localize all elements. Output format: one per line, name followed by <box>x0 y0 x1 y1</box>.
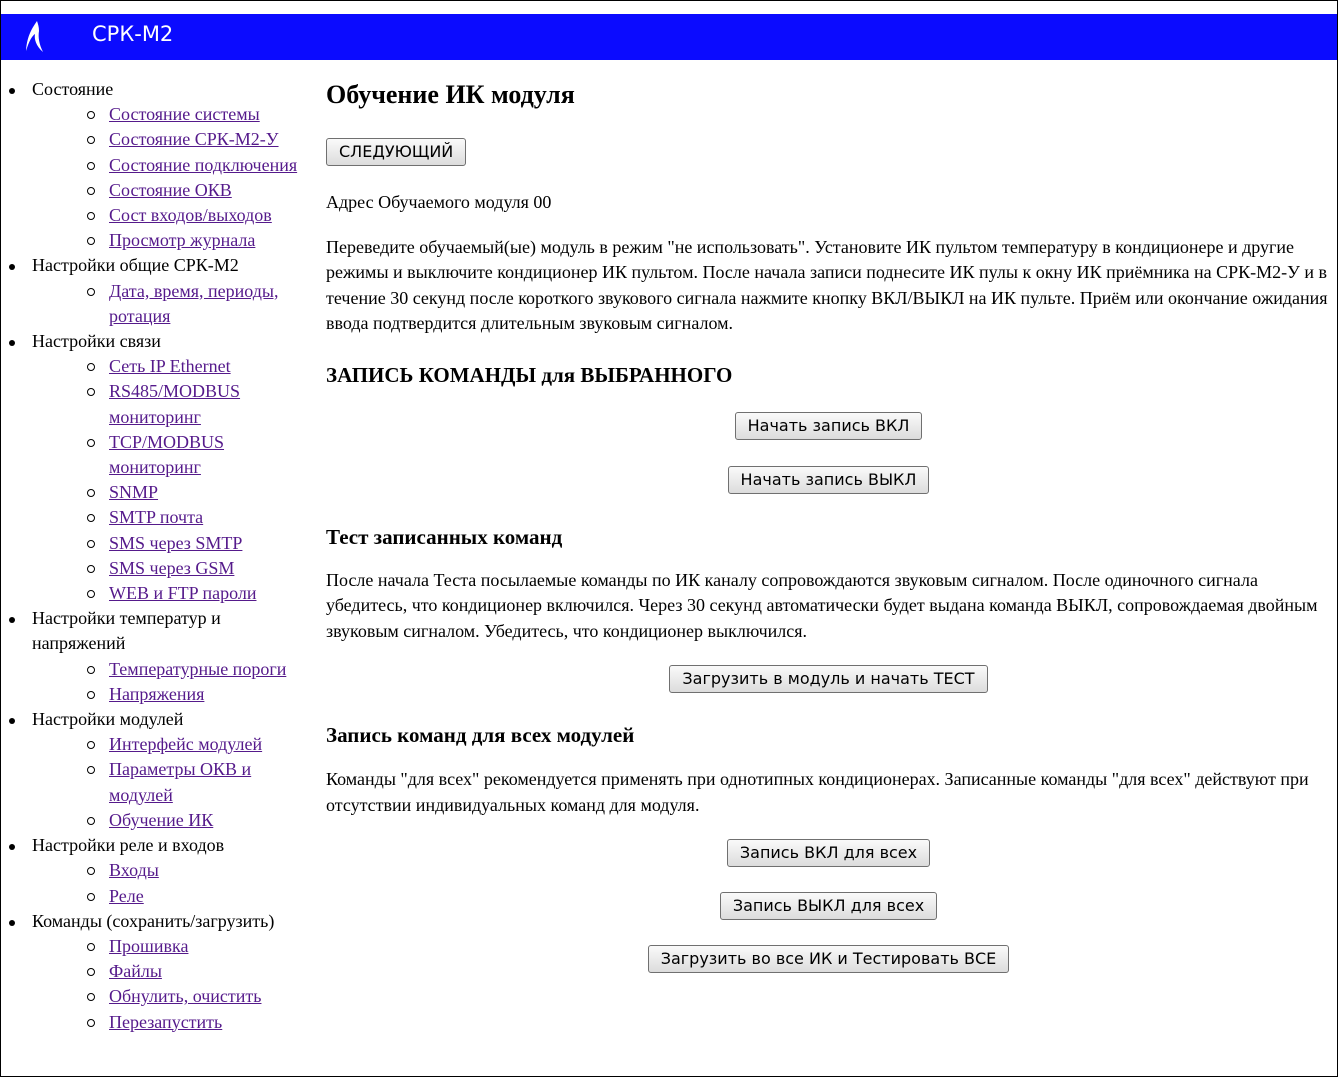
test-text: После начала Теста посылаемые команды по… <box>326 569 1318 641</box>
sidebar-item-okv-status[interactable]: Состояние ОКВ <box>109 180 232 200</box>
record-on-button[interactable]: Начать запись ВКЛ <box>734 411 923 440</box>
sidebar-item-okv-module-params[interactable]: Параметры ОКВ и модулей <box>109 759 251 804</box>
sidebar-item-firmware[interactable]: Прошивка <box>109 936 188 956</box>
sidebar-item-sms-smtp[interactable]: SMS через SMTP <box>109 533 242 553</box>
sidebar-item-io-status[interactable]: Сост входов/выходов <box>109 205 272 225</box>
sidebar-item-module-interface[interactable]: Интерфейс модулей <box>109 734 262 754</box>
sidebar-section-label: Команды (сохранить/загрузить) <box>32 910 275 931</box>
sidebar-item-reset-clear[interactable]: Обнулить, очистить <box>109 986 261 1006</box>
sidebar-item-voltages[interactable]: Напряжения <box>109 684 204 704</box>
sidebar-item-relays[interactable]: Реле <box>109 886 144 906</box>
sidebar-item-connection-status[interactable]: Состояние подключения <box>109 155 297 175</box>
logo-icon <box>26 21 43 52</box>
record-all-text: Команды "для всех" рекомендуется применя… <box>326 769 1309 815</box>
header-bar: СРК-М2 <box>1 14 1337 60</box>
record-off-button[interactable]: Начать запись ВЫКЛ <box>727 465 930 494</box>
sidebar-item-web-ftp-passwords[interactable]: WEB и FTP пароли <box>109 583 256 603</box>
record-selected-heading: ЗАПИСЬ КОМАНДЫ для ВЫБРАННОГО <box>326 362 733 387</box>
sidebar-section-commands: Команды (сохранить/загрузить) Прошивка Ф… <box>8 909 308 1035</box>
sidebar-section-label: Настройки температур и напряжений <box>32 608 221 654</box>
record-off-all-button[interactable]: Запись ВЫКЛ для всех <box>719 892 938 920</box>
page-title: Обучение ИК модуля <box>326 80 575 109</box>
sidebar-item-restart[interactable]: Перезапустить <box>109 1012 222 1032</box>
sidebar-section-general: Настройки общие СРК-М2 Дата, время, пери… <box>8 253 308 329</box>
sidebar-item-ethernet[interactable]: Сеть IP Ethernet <box>109 356 231 376</box>
module-address: Адрес Обучаемого модуля 00 <box>326 192 552 212</box>
sidebar-item-inputs[interactable]: Входы <box>109 860 159 880</box>
sidebar-item-log-view[interactable]: Просмотр журнала <box>109 230 255 250</box>
record-on-all-button[interactable]: Запись ВКЛ для всех <box>726 839 931 867</box>
sidebar-section-modules: Настройки модулей Интерфейс модулей Пара… <box>8 707 308 833</box>
test-module-button[interactable]: Загрузить в модуль и начать ТЕСТ <box>669 665 988 693</box>
main-content: Обучение ИК модуля СЛЕДУЮЩИЙ Адрес Обуча… <box>326 75 1331 973</box>
sidebar-item-smtp-mail[interactable]: SMTP почта <box>109 507 203 527</box>
sidebar-section-label: Настройки реле и входов <box>32 835 225 856</box>
sidebar-item-snmp[interactable]: SNMP <box>109 482 158 502</box>
test-all-button[interactable]: Загрузить во все ИК и Тестировать ВСЕ <box>647 945 1010 973</box>
sidebar-section-label: Настройки модулей <box>32 709 184 730</box>
sidebar-nav: Состояние Состояние системы Состояние СР… <box>8 77 308 1035</box>
sidebar-item-rs485-modbus[interactable]: RS485/MODBUS мониторинг <box>109 381 240 426</box>
sidebar-item-datetime[interactable]: Дата, время, периоды, ротация <box>109 281 279 326</box>
sidebar-section-label: Состояние <box>32 79 114 99</box>
next-button[interactable]: СЛЕДУЮЩИЙ <box>326 138 467 166</box>
sidebar-section-temperature-voltage: Настройки температур и напряжений Темпер… <box>8 606 308 707</box>
sidebar-section-status: Состояние Состояние системы Состояние СР… <box>8 77 308 253</box>
sidebar-item-ir-learning[interactable]: Обучение ИК <box>109 810 213 830</box>
sidebar-item-system-status[interactable]: Состояние системы <box>109 104 260 124</box>
sidebar-item-srk-m2-u-status[interactable]: Состояние СРК-М2-У <box>109 129 279 149</box>
instructions-text: Переведите обучаемый(ые) модуль в режим … <box>326 236 1328 334</box>
sidebar-item-temperature-thresholds[interactable]: Температурные пороги <box>109 659 286 679</box>
sidebar-section-relays-inputs: Настройки реле и входов Входы Реле <box>8 833 308 909</box>
sidebar-item-files[interactable]: Файлы <box>109 961 162 981</box>
sidebar-section-label: Настройки связи <box>32 331 161 352</box>
sidebar-item-sms-gsm[interactable]: SMS через GSM <box>109 558 234 578</box>
sidebar-section-communication: Настройки связи Сеть IP Ethernet RS485/M… <box>8 329 308 606</box>
test-heading: Тест записанных команд <box>326 524 563 549</box>
app-title: СРК-М2 <box>92 22 174 46</box>
sidebar-section-label: Настройки общие СРК-М2 <box>32 255 239 276</box>
sidebar-item-tcp-modbus[interactable]: TCP/MODBUS мониторинг <box>109 432 224 477</box>
record-all-heading: Запись команд для всех модулей <box>326 723 635 747</box>
